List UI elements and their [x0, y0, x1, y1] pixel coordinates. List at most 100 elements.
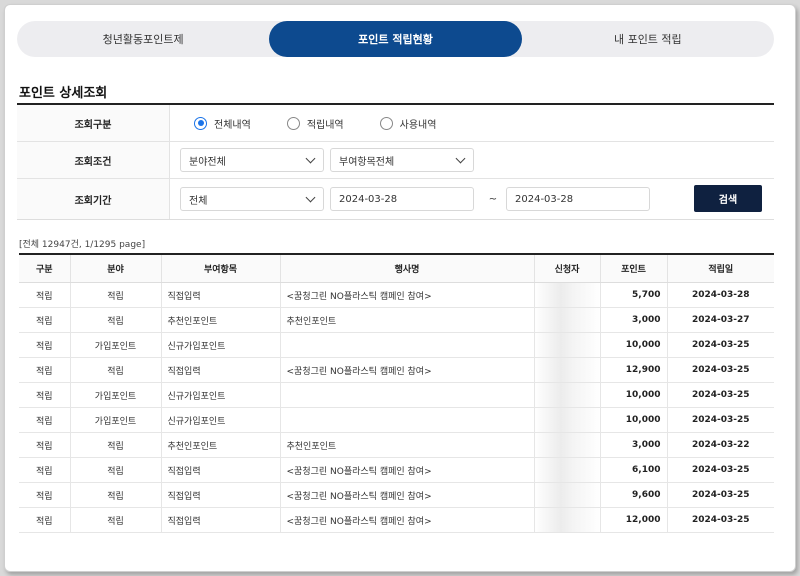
- cell-field: 적립: [70, 307, 162, 333]
- table-row: 적립 적립 직접입력 <꿈청그린 NO플라스틱 캠페인 참여> 5,700 20…: [19, 282, 774, 308]
- item-select[interactable]: 부여항목전체: [330, 148, 474, 172]
- table-header: 구분 분야 부여항목 행사명 신청자 포인트 적립일: [19, 254, 774, 283]
- cell-field: 가입포인트: [70, 407, 162, 433]
- cell-item: 직접입력: [161, 482, 281, 508]
- cell-field: 가입포인트: [70, 332, 162, 358]
- cell-date: 2024-03-25: [667, 357, 774, 383]
- cell-item: 신규가입포인트: [161, 407, 281, 433]
- search-filter-panel: 조회구분 전체내역 적립내역 사용내역 조회조건 분야전체 부여항목전체 조회기…: [17, 103, 774, 220]
- search-button[interactable]: 검색: [694, 185, 762, 212]
- cell-date: 2024-03-25: [667, 482, 774, 508]
- period-select-value: 전체: [189, 195, 208, 207]
- cell-event: [280, 407, 535, 433]
- cell-field: 적립: [70, 457, 162, 483]
- radio-all-label: 전체내역: [214, 119, 251, 131]
- section-title: 포인트 상세조회: [19, 86, 108, 101]
- radio-earned[interactable]: 적립내역: [286, 116, 344, 131]
- date-range-separator: ~: [488, 193, 498, 205]
- cell-event: <꿈청그린 NO플라스틱 캠페인 참여>: [280, 357, 535, 383]
- cell-date: 2024-03-25: [667, 382, 774, 408]
- cell-applicant-blurred: [534, 332, 601, 358]
- cell-item: 추천인포인트: [161, 432, 281, 458]
- tab-point-status[interactable]: 포인트 적립현황: [269, 21, 522, 57]
- filter-row-period: 조회기간 전체 2024-03-28 ~ 2024-03-28 검색: [17, 179, 774, 219]
- cell-item: 직접입력: [161, 507, 281, 533]
- cell-points: 5,700: [600, 282, 668, 308]
- cell-item: 직접입력: [161, 457, 281, 483]
- cell-points: 3,000: [600, 432, 668, 458]
- cell-applicant-blurred: [534, 482, 601, 508]
- cell-type: 적립: [19, 307, 71, 333]
- cell-points: 9,600: [600, 482, 668, 508]
- cell-event: [280, 382, 535, 408]
- cell-points: 12,900: [600, 357, 668, 383]
- cell-applicant-blurred: [534, 357, 601, 383]
- cell-applicant-blurred: [534, 507, 601, 533]
- cell-date: 2024-03-25: [667, 457, 774, 483]
- table-row: 적립 적립 추천인포인트 추천인포인트 3,000 2024-03-27: [19, 307, 774, 333]
- cell-item: 신규가입포인트: [161, 332, 281, 358]
- header-points: 포인트: [600, 254, 668, 283]
- chevron-down-icon: [305, 192, 316, 203]
- radio-earned-label: 적립내역: [306, 119, 344, 131]
- table-row: 적립 가입포인트 신규가입포인트 10,000 2024-03-25: [19, 382, 774, 408]
- radio-used-indicator: [379, 116, 393, 130]
- chevron-down-icon: [305, 153, 316, 164]
- cell-type: 적립: [19, 457, 71, 483]
- table-row: 적립 가입포인트 신규가입포인트 10,000 2024-03-25: [19, 332, 774, 358]
- page-frame: 청년활동포인트제 포인트 적립현황 내 포인트 적립 포인트 상세조회 조회구분…: [4, 4, 796, 572]
- cell-field: 적립: [70, 432, 162, 458]
- header-event: 행사명: [280, 254, 535, 283]
- radio-all[interactable]: 전체내역: [194, 116, 251, 131]
- table-row: 적립 적립 추천인포인트 추천인포인트 3,000 2024-03-22: [19, 432, 774, 458]
- condition-label: 조회조건: [17, 142, 170, 178]
- cell-date: 2024-03-25: [667, 332, 774, 358]
- result-summary: [전체 12947건, 1/1295 page]: [19, 240, 146, 250]
- cell-applicant-blurred: [534, 407, 601, 433]
- tab-youth-activity-points[interactable]: 청년활동포인트제: [17, 21, 269, 57]
- radio-used[interactable]: 사용내역: [379, 116, 437, 131]
- tab-my-points[interactable]: 내 포인트 적립: [522, 21, 774, 57]
- cell-points: 10,000: [600, 382, 668, 408]
- cell-date: 2024-03-28: [667, 282, 774, 308]
- cell-type: 적립: [19, 507, 71, 533]
- field-select[interactable]: 분야전체: [180, 148, 324, 172]
- field-select-value: 분야전체: [189, 156, 226, 168]
- cell-points: 10,000: [600, 332, 668, 358]
- cell-field: 적립: [70, 282, 162, 308]
- period-label: 조회기간: [17, 179, 170, 219]
- header-field: 분야: [70, 254, 162, 283]
- cell-applicant-blurred: [534, 457, 601, 483]
- cell-date: 2024-03-22: [667, 432, 774, 458]
- cell-date: 2024-03-27: [667, 307, 774, 333]
- cell-field: 적립: [70, 507, 162, 533]
- type-options: 전체내역 적립내역 사용내역: [170, 105, 774, 141]
- cell-event: [280, 332, 535, 358]
- cell-event: <꿈청그린 NO플라스틱 캠페인 참여>: [280, 482, 535, 508]
- cell-date: 2024-03-25: [667, 507, 774, 533]
- cell-applicant-blurred: [534, 307, 601, 333]
- cell-event: 추천인포인트: [280, 432, 535, 458]
- cell-applicant-blurred: [534, 432, 601, 458]
- cell-event: 추천인포인트: [280, 307, 535, 333]
- radio-all-indicator: [194, 116, 207, 130]
- cell-item: 직접입력: [161, 357, 281, 383]
- header-item: 부여항목: [161, 254, 281, 283]
- date-to-input[interactable]: 2024-03-28: [506, 187, 650, 211]
- cell-type: 적립: [19, 382, 71, 408]
- cell-points: 6,100: [600, 457, 668, 483]
- cell-type: 적립: [19, 432, 71, 458]
- cell-points: 10,000: [600, 407, 668, 433]
- cell-date: 2024-03-25: [667, 407, 774, 433]
- cell-type: 적립: [19, 482, 71, 508]
- table-row: 적립 가입포인트 신규가입포인트 10,000 2024-03-25: [19, 407, 774, 433]
- tab-bar: 청년활동포인트제 포인트 적립현황 내 포인트 적립: [17, 21, 774, 57]
- cell-event: <꿈청그린 NO플라스틱 캠페인 참여>: [280, 282, 535, 308]
- radio-used-label: 사용내역: [399, 119, 437, 131]
- cell-event: <꿈청그린 NO플라스틱 캠페인 참여>: [280, 457, 535, 483]
- cell-field: 가입포인트: [70, 382, 162, 408]
- table-row: 적립 적립 직접입력 <꿈청그린 NO플라스틱 캠페인 참여> 9,600 20…: [19, 482, 774, 508]
- period-select[interactable]: 전체: [180, 187, 324, 211]
- date-from-input[interactable]: 2024-03-28: [330, 187, 474, 211]
- cell-points: 12,000: [600, 507, 668, 533]
